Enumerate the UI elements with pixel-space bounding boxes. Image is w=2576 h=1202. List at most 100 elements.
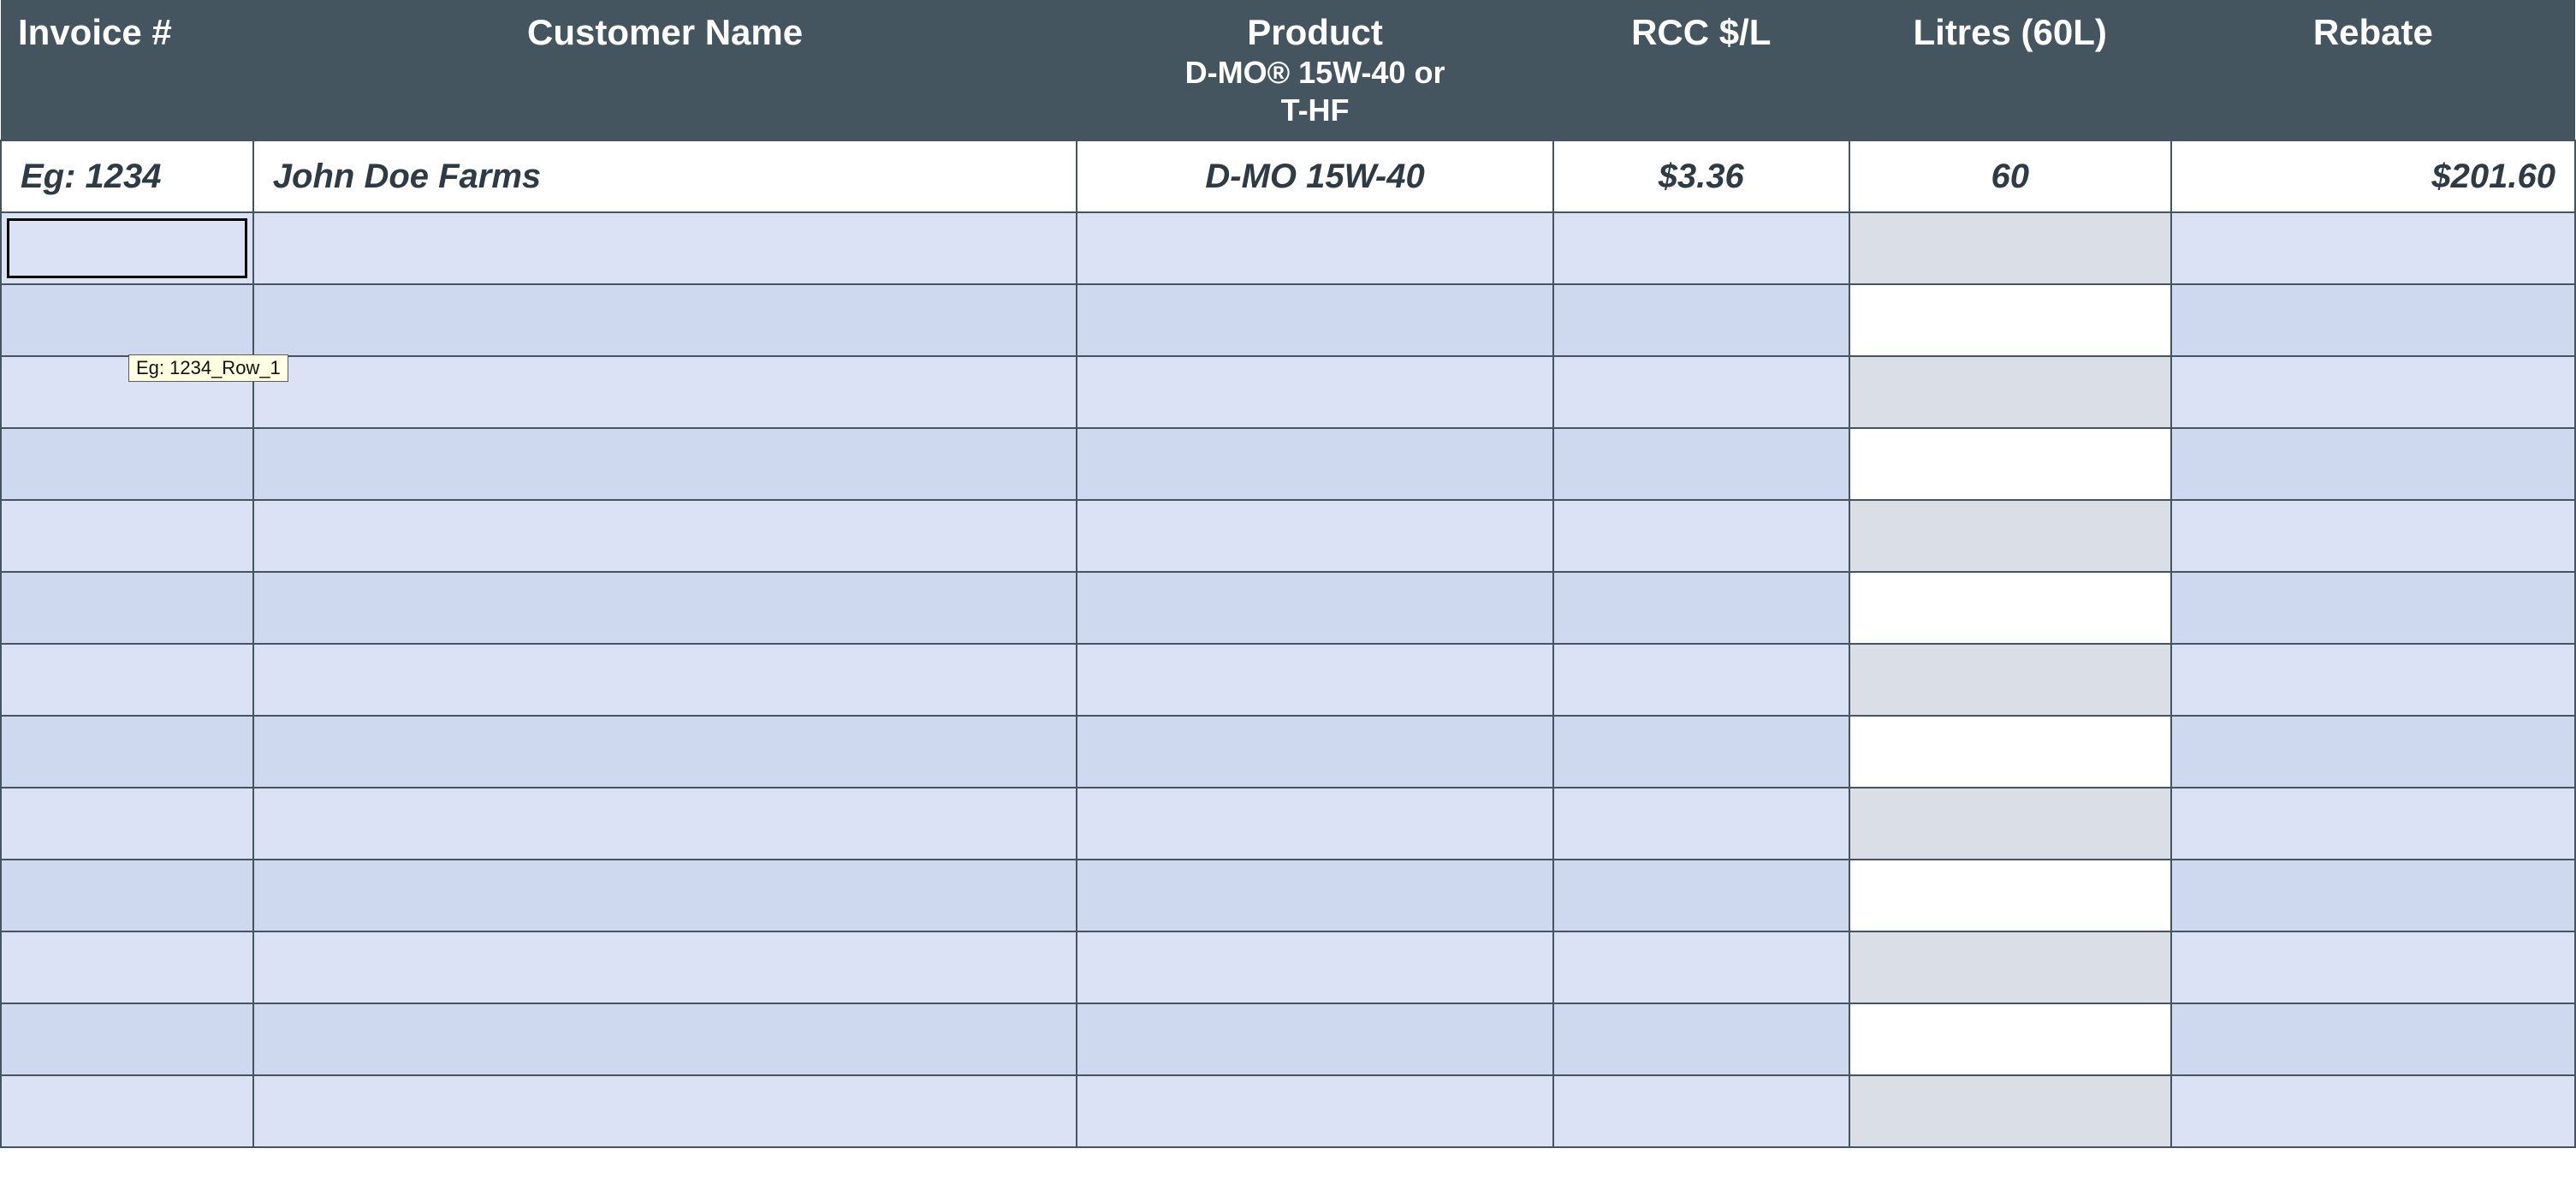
header-invoice: Invoice # [1,0,253,140]
customer-input[interactable] [253,1075,1077,1147]
table-row [1,500,2575,572]
litres-input[interactable] [1849,356,2171,428]
header-rebate: Rebate [2171,0,2575,140]
customer-input[interactable] [253,572,1077,644]
header-litres: Litres (60L) [1849,0,2171,140]
header-customer: Customer Name [253,0,1077,140]
focused-cell[interactable] [7,218,247,278]
litres-input[interactable] [1849,860,2171,931]
rcc-input[interactable] [1553,500,1849,572]
litres-input[interactable] [1849,644,2171,716]
product-input[interactable] [1077,572,1552,644]
rcc-input[interactable] [1553,212,1849,284]
product-input[interactable] [1077,644,1552,716]
rcc-input[interactable] [1553,428,1849,500]
product-input[interactable] [1077,284,1552,356]
litres-input[interactable] [1849,212,2171,284]
rebate-input[interactable] [2171,716,2575,788]
invoice-input[interactable] [1,500,253,572]
rebate-input[interactable] [2171,500,2575,572]
example-invoice: Eg: 1234 [1,140,253,212]
table-row [1,212,2575,284]
invoice-input[interactable] [1,1003,253,1075]
product-input[interactable] [1077,500,1552,572]
invoice-input[interactable] [1,931,253,1003]
product-input[interactable] [1077,1075,1552,1147]
litres-input[interactable] [1849,428,2171,500]
rebate-input[interactable] [2171,428,2575,500]
rcc-input[interactable] [1553,284,1849,356]
product-input[interactable] [1077,860,1552,931]
litres-input[interactable] [1849,1003,2171,1075]
example-litres: 60 [1849,140,2171,212]
rebate-input[interactable] [2171,572,2575,644]
rebate-input[interactable] [2171,1003,2575,1075]
customer-input[interactable] [253,716,1077,788]
invoice-input[interactable] [1,860,253,931]
invoice-input[interactable] [1,428,253,500]
table-row [1,284,2575,356]
table-row [1,644,2575,716]
table-row [1,788,2575,860]
rcc-input[interactable] [1553,788,1849,860]
litres-input[interactable] [1849,716,2171,788]
litres-input[interactable] [1849,572,2171,644]
rebate-input[interactable] [2171,644,2575,716]
customer-input[interactable] [253,860,1077,931]
rebate-input[interactable] [2171,931,2575,1003]
litres-input[interactable] [1849,788,2171,860]
invoice-input[interactable] [1,788,253,860]
invoice-input[interactable] [1,212,253,284]
litres-input[interactable] [1849,931,2171,1003]
customer-input[interactable] [253,428,1077,500]
rcc-input[interactable] [1553,716,1849,788]
customer-input[interactable] [253,644,1077,716]
product-input[interactable] [1077,428,1552,500]
table-row [1,356,2575,428]
product-input[interactable] [1077,1003,1552,1075]
header-product-sub1: D-MO® 15W-40 or [1094,55,1535,90]
litres-input[interactable] [1849,1075,2171,1147]
invoice-input[interactable] [1,716,253,788]
rcc-input[interactable] [1553,860,1849,931]
invoice-input[interactable] [1,1075,253,1147]
rcc-input[interactable] [1553,1075,1849,1147]
customer-input[interactable] [253,1003,1077,1075]
rebate-input[interactable] [2171,284,2575,356]
example-row: Eg: 1234 John Doe Farms D-MO 15W-40 $3.3… [1,140,2575,212]
rebate-input[interactable] [2171,860,2575,931]
customer-input[interactable] [253,500,1077,572]
rcc-input[interactable] [1553,644,1849,716]
table-row [1,572,2575,644]
customer-input[interactable] [253,212,1077,284]
table-row [1,1075,2575,1147]
example-product: D-MO 15W-40 [1077,140,1552,212]
invoice-input[interactable] [1,284,253,356]
customer-input[interactable] [253,788,1077,860]
product-input[interactable] [1077,716,1552,788]
product-input[interactable] [1077,356,1552,428]
product-input[interactable] [1077,931,1552,1003]
litres-input[interactable] [1849,500,2171,572]
rcc-input[interactable] [1553,1003,1849,1075]
product-input[interactable] [1077,212,1552,284]
customer-input[interactable] [253,284,1077,356]
rebate-input[interactable] [2171,356,2575,428]
rebate-input[interactable] [2171,212,2575,284]
table-row [1,428,2575,500]
rcc-input[interactable] [1553,931,1849,1003]
product-input[interactable] [1077,788,1552,860]
table-row [1,931,2575,1003]
customer-input[interactable] [253,931,1077,1003]
table-row [1,860,2575,931]
invoice-input[interactable] [1,572,253,644]
invoice-input[interactable] [1,644,253,716]
rcc-input[interactable] [1553,356,1849,428]
customer-input[interactable] [253,356,1077,428]
rebate-input[interactable] [2171,788,2575,860]
litres-input[interactable] [1849,284,2171,356]
rebate-table: Invoice # Customer Name Product D-MO® 15… [0,0,2576,1148]
rebate-input[interactable] [2171,1075,2575,1147]
table-row [1,716,2575,788]
rcc-input[interactable] [1553,572,1849,644]
